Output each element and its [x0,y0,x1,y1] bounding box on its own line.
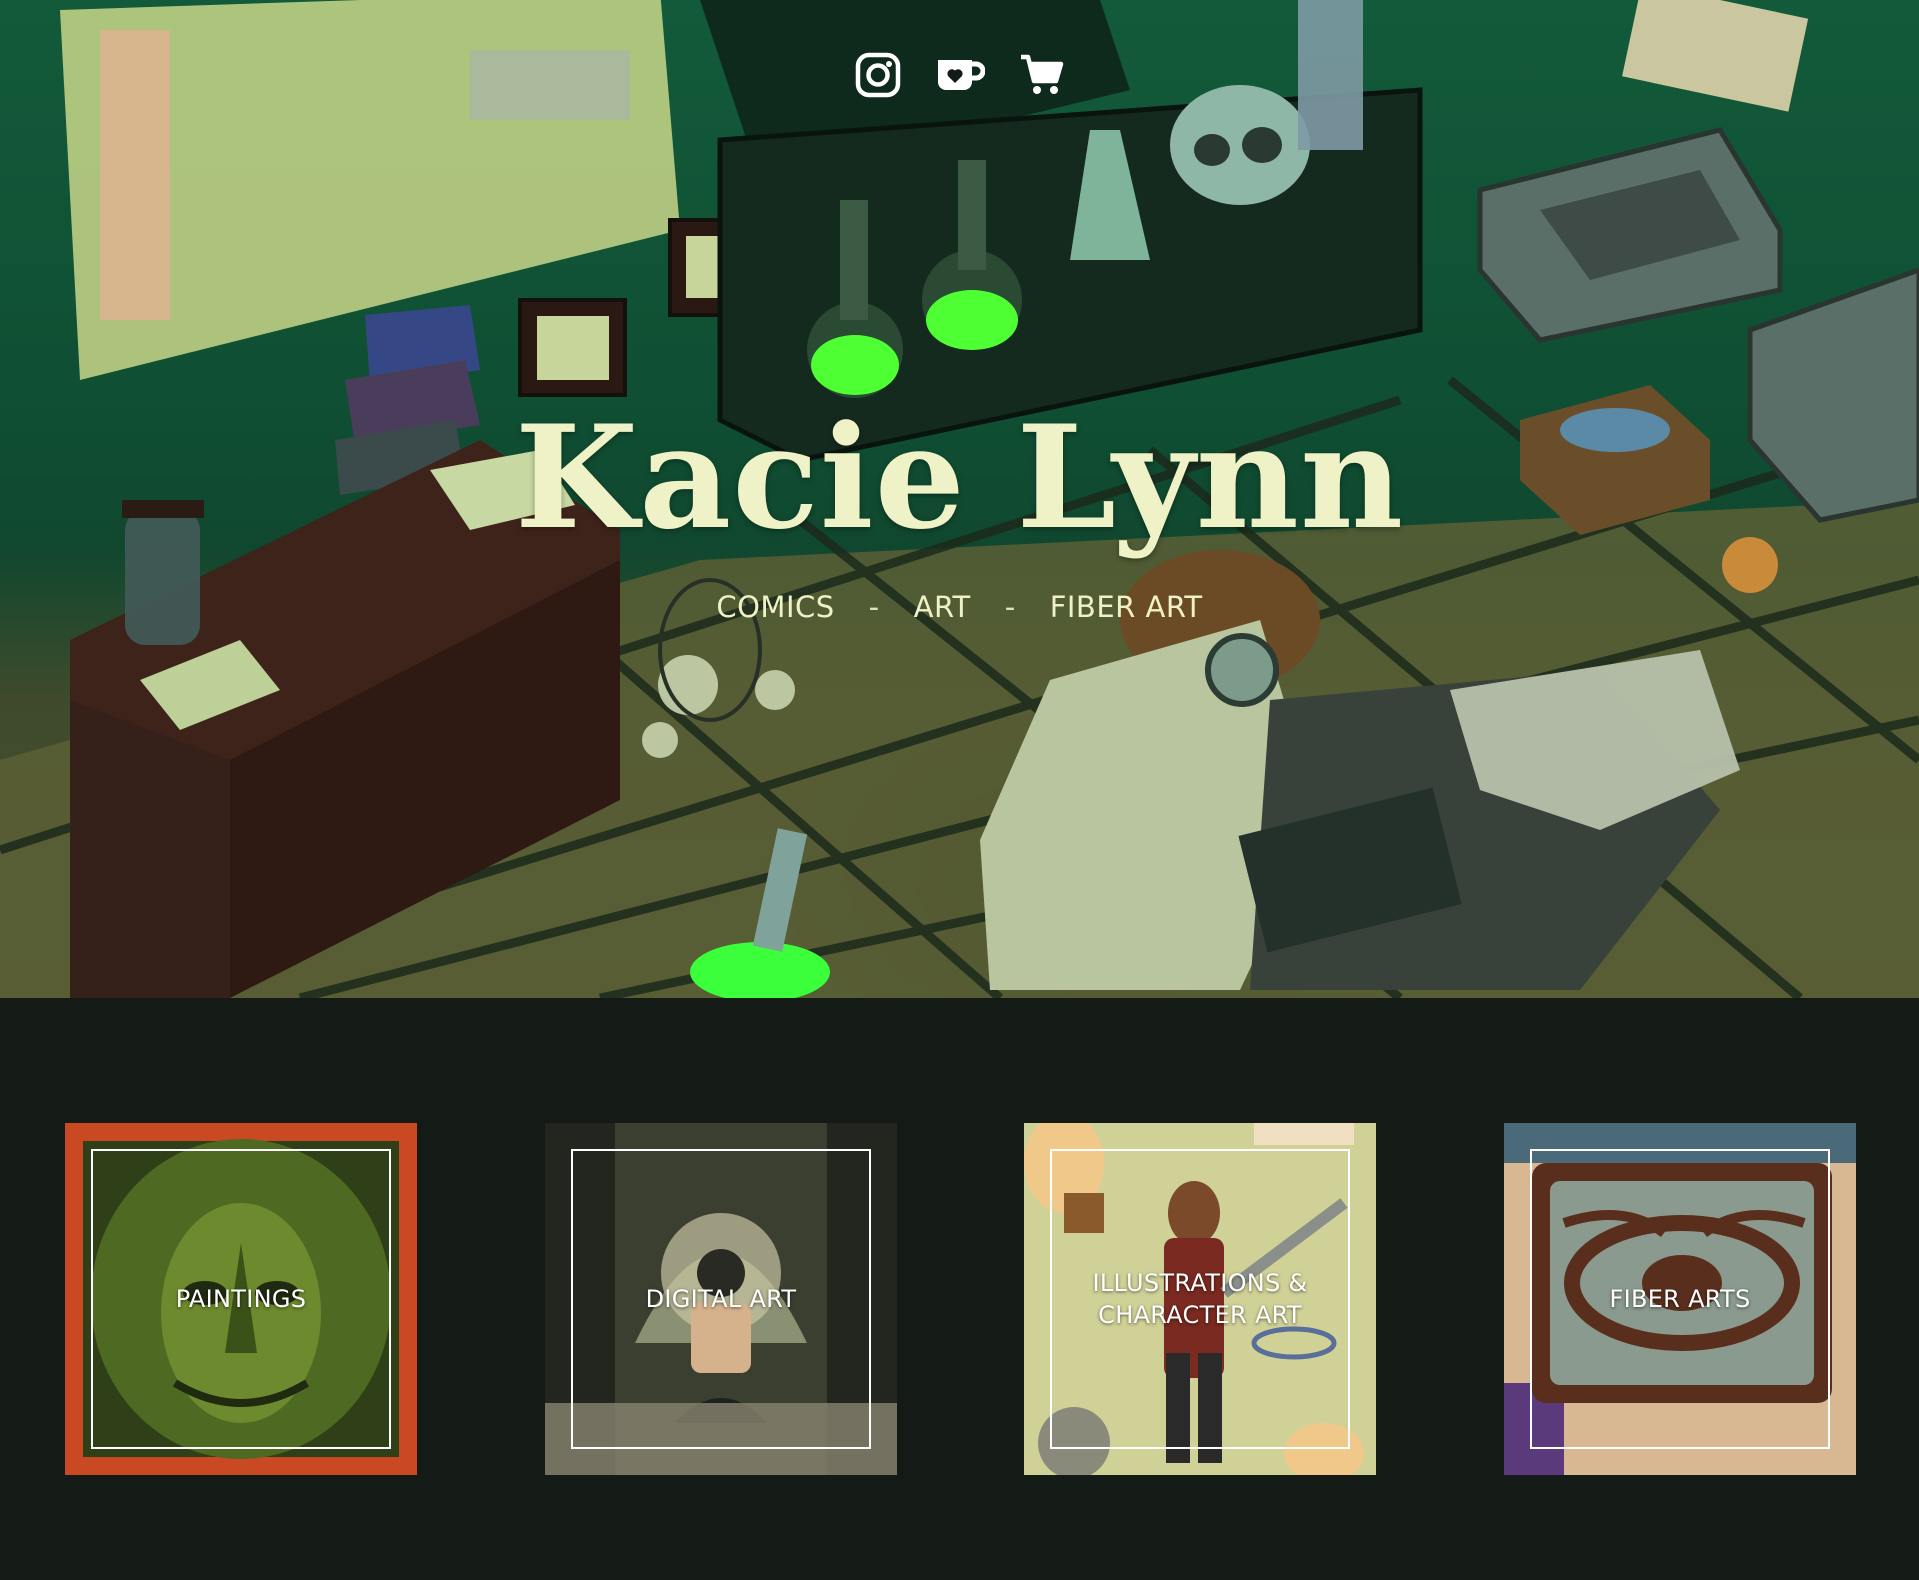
gallery-tile-digital-art[interactable]: DIGITAL ART [545,1123,897,1475]
tile-label: DIGITAL ART [645,1285,797,1313]
portfolio-gallery: PAINTINGS DIGITAL ART ILLUSTRATIONS & CH… [0,1123,1919,1475]
tile-frame: FIBER ARTS [1530,1149,1830,1449]
tile-label: PAINTINGS [175,1285,307,1313]
nav-separator: - [868,590,880,624]
social-links [0,52,1919,98]
hero-banner: Kacie Lynn COMICS - ART - FIBER ART [0,0,1919,998]
gallery-tile-illustrations[interactable]: ILLUSTRATIONS & CHARACTER ART [1024,1123,1376,1475]
ko-fi-icon[interactable] [935,52,985,98]
tile-frame: DIGITAL ART [571,1149,871,1449]
nav-link-fiber-art[interactable]: FIBER ART [1050,590,1203,624]
tile-frame: PAINTINGS [91,1149,391,1449]
nav-link-art[interactable]: ART [914,590,971,624]
instagram-icon[interactable] [855,52,901,98]
nav-link-comics[interactable]: COMICS [716,590,834,624]
shopping-cart-icon[interactable] [1019,52,1065,98]
site-title: Kacie Lynn [514,395,1405,561]
gallery-tile-fiber-arts[interactable]: FIBER ARTS [1504,1123,1856,1475]
gallery-tile-paintings[interactable]: PAINTINGS [65,1123,417,1475]
section-nav: COMICS - ART - FIBER ART [0,590,1919,624]
tile-label: ILLUSTRATIONS & CHARACTER ART [1092,1269,1308,1329]
tile-label: FIBER ARTS [1609,1285,1751,1313]
tile-frame: ILLUSTRATIONS & CHARACTER ART [1050,1149,1350,1449]
nav-separator: - [1004,590,1016,624]
